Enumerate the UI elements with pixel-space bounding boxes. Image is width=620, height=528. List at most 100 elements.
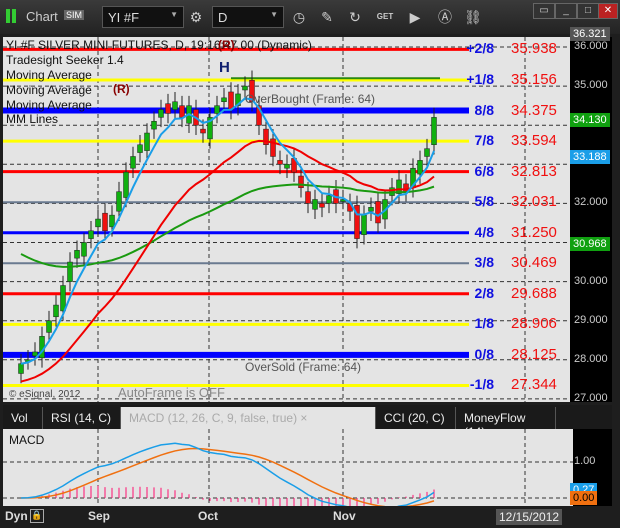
candle-body [53, 304, 59, 318]
mm-level-label: 3/8 [474, 254, 494, 271]
mm-level-value: 27.344 [511, 376, 557, 394]
candle-body [172, 101, 178, 110]
chevron-down-icon: ▼ [270, 10, 278, 19]
interval-value: D [218, 10, 228, 25]
price-tick: 27.000 [574, 391, 608, 404]
mm-level-value: 35.938 [511, 40, 557, 58]
candle-body [95, 218, 101, 228]
mm-level-label: 5/8 [474, 193, 494, 210]
macd-plot [3, 429, 573, 506]
mm-level-label: +2/8 [466, 40, 494, 57]
price-chart[interactable]: YI #F SILVER MINI FUTURES, D, 19:16:47.0… [3, 37, 612, 402]
candle-body [326, 195, 332, 204]
link-icon[interactable]: ⛓ [464, 8, 482, 26]
candle-body [88, 230, 94, 239]
mm-level-label: +1/8 [466, 71, 494, 87]
price-tag-ma-blue: 33.188 [570, 149, 610, 164]
candle-body [165, 103, 171, 114]
candle-body [319, 203, 325, 208]
mm-level-value: 28.906 [511, 315, 557, 333]
a-circle-icon[interactable]: Ⓐ [436, 8, 454, 26]
macd-tick: 1.00 [574, 455, 596, 467]
interval-dropdown[interactable]: D ▼ [212, 6, 284, 28]
mm-level-label: 1/8 [474, 315, 494, 332]
overbought-label: OverBought (Frame: 64) [245, 92, 376, 106]
study-label: Moving Average [6, 68, 92, 82]
month-label: Oct [198, 509, 219, 523]
macd-panel[interactable]: MACD [3, 429, 573, 506]
get-icon[interactable]: GET [376, 8, 394, 26]
candle-body [431, 117, 437, 145]
chart-header: YI #F SILVER MINI FUTURES, D, 19:16:47.0… [6, 38, 312, 52]
candle-body [221, 97, 227, 102]
mm-level-label: 6/8 [474, 162, 494, 179]
tab-moneyflow[interactable]: MoneyFlow (14) × [456, 407, 556, 439]
candle-body [116, 191, 122, 212]
h-marker: H [219, 59, 230, 76]
candle-body [130, 156, 136, 169]
macd-title: MACD [9, 433, 45, 447]
candle-body [375, 201, 381, 224]
price-tick: 35.000 [574, 79, 608, 92]
mm-level-value: 30.469 [511, 254, 557, 272]
candle-body [298, 175, 304, 189]
price-tag-ma-green: 30.968 [570, 236, 610, 251]
restore-button[interactable]: ▭ [533, 3, 555, 19]
price-tick: 32.000 [574, 196, 608, 209]
pencil-icon[interactable]: ✎ [318, 8, 336, 26]
price-axis[interactable] [570, 37, 612, 402]
candle-body [242, 85, 248, 91]
clock-icon[interactable]: ◷ [290, 8, 308, 26]
play-icon[interactable]: ▶ [406, 8, 424, 26]
candle-body [228, 91, 234, 110]
candle-body [46, 320, 52, 333]
mm-level-label: -1/8 [469, 376, 494, 393]
candle-body [137, 144, 143, 153]
price-tag-last: 34.130 [570, 113, 610, 128]
date-label: 12/15/2012 [496, 509, 563, 525]
candle-body [417, 160, 423, 175]
mm-level-value: 32.813 [511, 162, 557, 180]
mm-level-value: 28.125 [511, 345, 557, 363]
tab-cci[interactable]: CCI (20, C) × [376, 407, 456, 439]
candle-body [200, 128, 206, 134]
candle-body [312, 199, 318, 210]
candle-body [144, 132, 150, 151]
title-bar: Chart SIM YI #F ▼ ⚙ D ▼ ◷ ✎ ↻ GET ▶ Ⓐ ⛓ ▭ … [0, 0, 620, 34]
close-button[interactable]: ✕ [598, 3, 618, 19]
indicator-tabs: Vol ×RSI (14, C) ×MACD (12, 26, C, 9, fa… [3, 405, 612, 439]
candle-body [102, 212, 108, 232]
refresh-icon[interactable]: ↻ [346, 8, 364, 26]
autoframe-label: AutoFrame is OFF [118, 385, 225, 400]
candle-body [368, 207, 374, 212]
mm-level-label: 8/8 [474, 101, 494, 118]
tab-rsi[interactable]: RSI (14, C) × [43, 407, 121, 439]
copyright: © eSignal, 2012 [9, 389, 81, 400]
month-label: Nov [333, 509, 356, 523]
settings-gear-icon[interactable]: ⚙ [187, 8, 205, 26]
maximize-button[interactable]: □ [577, 3, 599, 19]
candle-body [32, 351, 38, 357]
candle-body [158, 109, 164, 118]
mm-level-value: 29.688 [511, 284, 557, 302]
study-label: Moving Average [6, 98, 92, 112]
price-tick: 36.000 [574, 40, 608, 52]
window-title: Chart [26, 9, 58, 24]
r-marker: (R) [218, 38, 235, 52]
mm-level-value: 33.594 [511, 132, 557, 150]
mm-level-label: 0/8 [474, 345, 494, 362]
price-tick: 30.000 [574, 274, 608, 287]
candle-body [123, 171, 129, 198]
candle-body [277, 160, 283, 165]
tab-macd[interactable]: MACD (12, 26, C, 9, false, true) × [121, 407, 376, 429]
tab-vol[interactable]: Vol × [3, 407, 43, 439]
chevron-down-icon: ▼ [170, 10, 178, 19]
sim-badge: SIM [64, 10, 85, 20]
symbol-value: YI #F [108, 10, 140, 25]
symbol-dropdown[interactable]: YI #F ▼ [102, 6, 184, 28]
minimize-button[interactable]: _ [555, 3, 577, 19]
price-tick: 28.000 [574, 352, 608, 365]
macd-signal-line [20, 447, 435, 506]
macd-line [20, 442, 435, 506]
lock-icon[interactable]: 🔒 [30, 509, 44, 523]
